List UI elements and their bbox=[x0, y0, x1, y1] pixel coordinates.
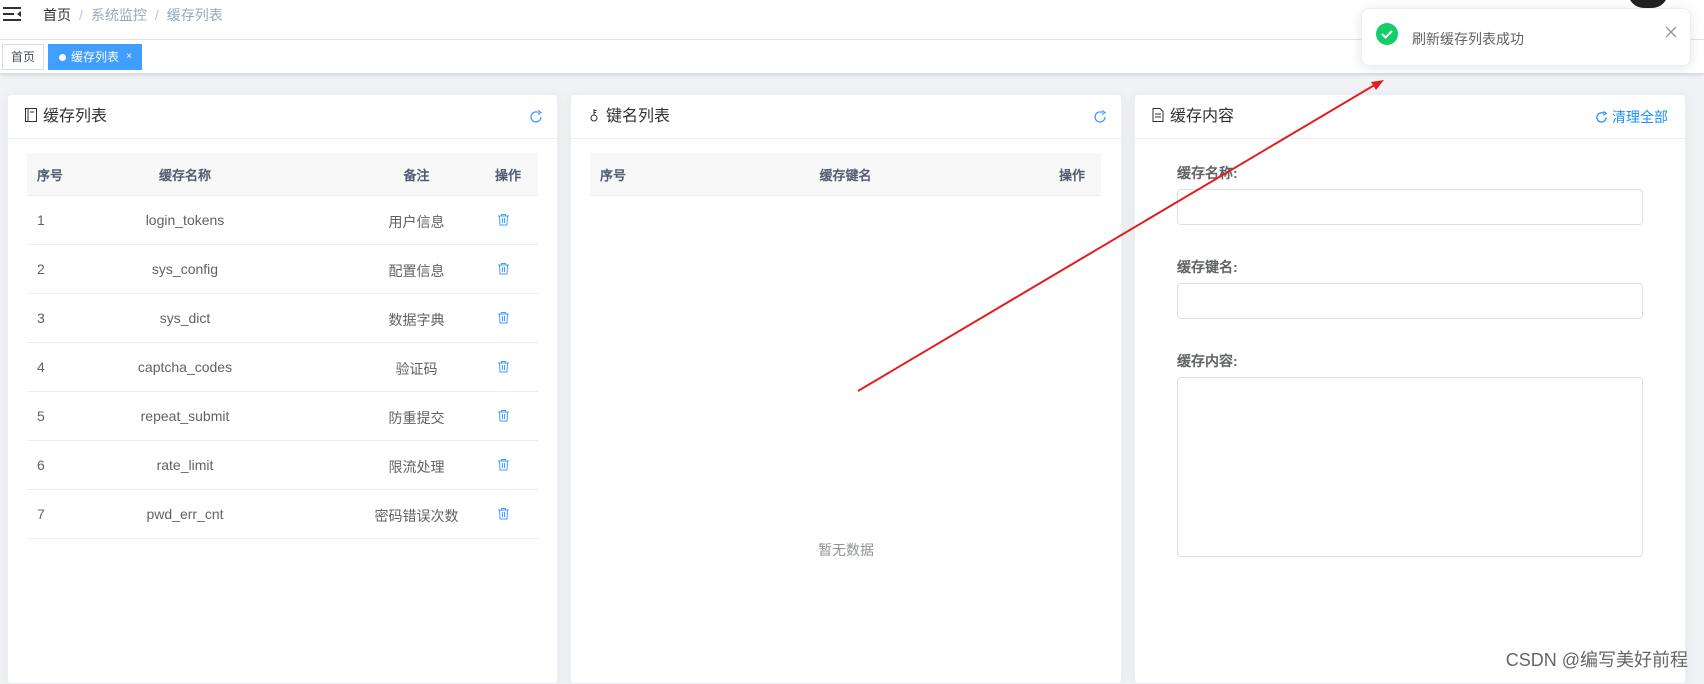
trash-icon bbox=[498, 312, 509, 324]
breadcrumb-home[interactable]: 首页 bbox=[43, 7, 71, 23]
row-cache-name: sys_config bbox=[151, 261, 219, 277]
table-row[interactable]: 2 sys_config 配置信息 bbox=[27, 245, 538, 294]
row-cache-name: pwd_err_cnt bbox=[146, 506, 224, 522]
refresh-icon[interactable] bbox=[1093, 110, 1107, 124]
table-row[interactable]: 4 captcha_codes 验证码 bbox=[27, 343, 538, 392]
trash-icon bbox=[498, 459, 509, 471]
key-icon bbox=[590, 109, 598, 122]
table-row[interactable]: 3 sys_dict 数据字典 bbox=[27, 294, 538, 343]
hamburger-menu-icon[interactable] bbox=[3, 7, 21, 21]
row-remark: 用户信息 bbox=[388, 214, 445, 230]
key-list-card: 键名列表 序号 缓存键名 操作 暂无数据 bbox=[570, 94, 1122, 684]
cache-name-input[interactable] bbox=[1177, 189, 1643, 225]
delete-button[interactable] bbox=[497, 409, 510, 425]
key-table: 序号 缓存键名 操作 bbox=[590, 153, 1101, 196]
clear-all-button[interactable]: 清理全部 bbox=[1595, 108, 1668, 126]
close-icon[interactable] bbox=[1664, 25, 1678, 39]
refresh-icon bbox=[1596, 110, 1608, 123]
table-row[interactable]: 5 repeat_submit 防重提交 bbox=[27, 392, 538, 441]
empty-text: 暂无数据 bbox=[818, 542, 874, 558]
col-actions: 操作 bbox=[495, 168, 522, 183]
tag-cache-list[interactable]: 缓存列表 × bbox=[48, 44, 143, 70]
refresh-icon[interactable] bbox=[529, 110, 543, 124]
watermark: CSDN @编写美好前程 bbox=[1505, 650, 1688, 670]
cache-content-label: 缓存内容: bbox=[1177, 353, 1238, 369]
row-remark: 防重提交 bbox=[388, 410, 445, 426]
active-dot-icon bbox=[59, 54, 66, 61]
trash-icon bbox=[498, 263, 509, 275]
row-cache-name: captcha_codes bbox=[137, 359, 233, 375]
trash-icon bbox=[498, 214, 509, 226]
card-title: 缓存列表 bbox=[24, 108, 107, 126]
col-actions: 操作 bbox=[1059, 168, 1086, 183]
cache-list-card: 缓存列表 序号 缓存名称 备注 操作 1 login_tokens 用户信息 2 sys… bbox=[7, 94, 558, 684]
table-header: 序号 缓存名称 备注 操作 bbox=[27, 153, 538, 196]
breadcrumb-cache-list: 缓存列表 bbox=[166, 7, 223, 23]
row-remark: 验证码 bbox=[395, 361, 438, 377]
row-remark: 数据字典 bbox=[388, 312, 445, 328]
delete-button[interactable] bbox=[497, 311, 510, 327]
cache-table: 序号 缓存名称 备注 操作 1 login_tokens 用户信息 2 sys_conf… bbox=[27, 153, 538, 539]
card-title: 键名列表 bbox=[587, 108, 670, 126]
close-icon[interactable]: × bbox=[126, 45, 132, 69]
card-header: 缓存列表 bbox=[8, 95, 557, 139]
table-header: 序号 缓存键名 操作 bbox=[590, 153, 1101, 196]
trash-icon bbox=[498, 508, 509, 520]
col-key-name: 缓存键名 bbox=[819, 168, 872, 183]
table-row[interactable]: 1 login_tokens 用户信息 bbox=[27, 196, 538, 245]
notification-message: 刷新缓存列表成功 bbox=[1412, 31, 1524, 47]
breadcrumb: 首页 / 系统监控 / 缓存列表 bbox=[43, 6, 223, 24]
success-notification: 刷新缓存列表成功 bbox=[1361, 8, 1691, 66]
delete-button[interactable] bbox=[497, 360, 510, 376]
delete-button[interactable] bbox=[497, 262, 510, 278]
col-name: 缓存名称 bbox=[158, 168, 211, 183]
document-icon bbox=[1152, 108, 1164, 122]
delete-button[interactable] bbox=[497, 458, 510, 474]
row-cache-name: sys_dict bbox=[159, 310, 211, 326]
cache-key-label: 缓存键名: bbox=[1177, 259, 1238, 275]
trash-icon bbox=[498, 361, 509, 373]
tag-home[interactable]: 首页 bbox=[2, 44, 45, 70]
row-cache-name: repeat_submit bbox=[140, 408, 230, 424]
breadcrumb-separator: / bbox=[154, 7, 159, 23]
cache-key-input[interactable] bbox=[1177, 283, 1643, 319]
tag-cache-list-label: 缓存列表 bbox=[71, 50, 120, 64]
row-remark: 限流处理 bbox=[388, 459, 445, 475]
success-check-icon bbox=[1376, 23, 1398, 45]
breadcrumb-system-monitor: 系统监控 bbox=[90, 7, 147, 23]
delete-button[interactable] bbox=[497, 213, 510, 229]
cache-content-card: 缓存内容 清理全部 缓存名称: 缓存键名: 缓存内容: bbox=[1134, 94, 1686, 684]
breadcrumb-separator: / bbox=[79, 7, 83, 23]
delete-button[interactable] bbox=[497, 507, 510, 523]
row-remark: 密码错误次数 bbox=[374, 508, 459, 524]
avatar[interactable] bbox=[1628, 0, 1668, 8]
cache-list-title: 缓存列表 bbox=[43, 108, 108, 125]
table-row[interactable]: 7 pwd_err_cnt 密码错误次数 bbox=[27, 490, 538, 539]
cache-content-title: 缓存内容 bbox=[1170, 108, 1235, 125]
cache-name-label: 缓存名称: bbox=[1177, 165, 1238, 181]
row-cache-name: login_tokens bbox=[145, 212, 225, 228]
trash-icon bbox=[498, 410, 509, 422]
card-title: 缓存内容 bbox=[1151, 108, 1234, 126]
table-row[interactable]: 6 rate_limit 限流处理 bbox=[27, 441, 538, 490]
col-remark: 备注 bbox=[403, 168, 430, 183]
card-header: 缓存内容 清理全部 bbox=[1135, 95, 1685, 139]
notebook-icon bbox=[25, 108, 37, 122]
key-list-title: 键名列表 bbox=[606, 108, 671, 125]
clear-all-label: 清理全部 bbox=[1612, 109, 1668, 125]
row-cache-name: rate_limit bbox=[156, 457, 214, 473]
cache-content-textarea[interactable] bbox=[1177, 377, 1643, 557]
card-header: 键名列表 bbox=[571, 95, 1121, 139]
row-remark: 配置信息 bbox=[388, 263, 445, 279]
